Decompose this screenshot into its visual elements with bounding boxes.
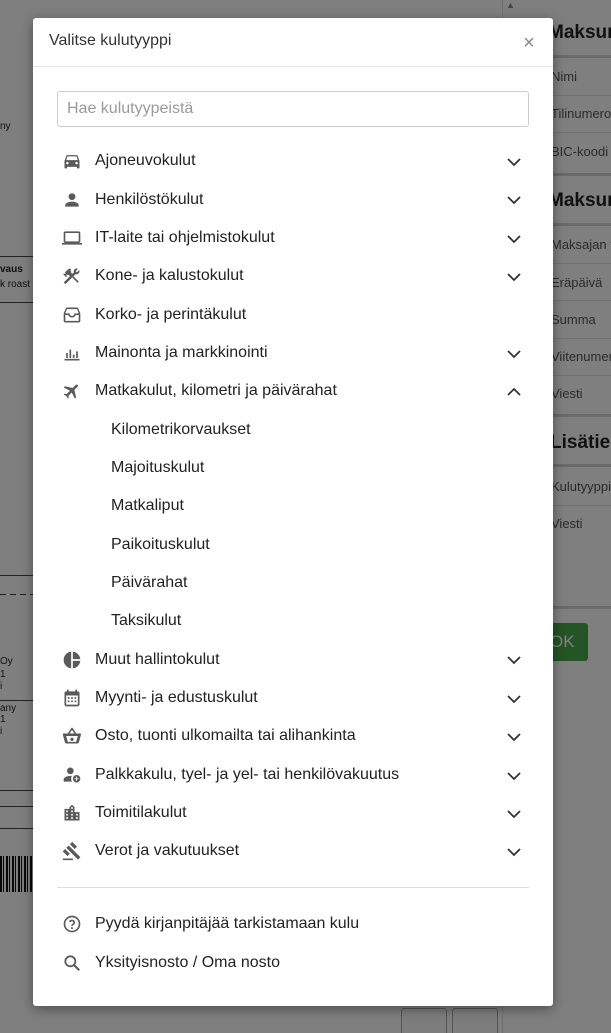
category-label: Myynti- ja edustuskulut [95,688,258,706]
subcategory-item-paivarahat[interactable]: Päivärahat [57,564,529,602]
subcategory-item-paikoituskulut[interactable]: Paikoituskulut [57,525,529,563]
chevron-down-icon[interactable] [505,805,523,823]
private-withdrawal-item[interactable]: Yksityisnosto / Oma nosto [57,943,529,982]
search-icon [61,952,83,974]
airplane-icon [61,380,83,402]
category-item-it-laite[interactable]: IT-laite tai ohjelmistokulut [57,219,529,257]
footer-divider [57,887,529,888]
help-circle-icon [61,913,83,935]
chevron-down-icon[interactable] [505,191,523,209]
category-item-matkakulut[interactable]: Matkakulut, kilometri ja päivärahat [57,372,529,410]
category-label: Korko- ja perintäkulut [95,305,247,323]
footer-item-label: Yksityisnosto / Oma nosto [95,953,280,971]
category-label: IT-laite tai ohjelmistokulut [95,228,275,246]
dialog-header: Valitse kulutyyppi × [33,18,553,67]
dialog-title: Valitse kulutyyppi [49,32,172,49]
category-label: Muut hallintokulut [95,650,220,668]
person-add-icon [61,764,83,786]
footer-actions: Pyydä kirjanpitäjää tarkistamaan kulu Yk… [57,904,529,982]
subcategory-item-taksikulut[interactable]: Taksikulut [57,602,529,640]
tools-icon [61,265,83,287]
pie-chart-icon [61,649,83,671]
basket-icon [61,725,83,747]
close-button[interactable]: × [519,33,539,53]
subcategory-item-matkaliput[interactable]: Matkaliput [57,487,529,525]
car-icon [61,150,83,172]
category-item-ajoneuvokulut[interactable]: Ajoneuvokulut [57,142,529,180]
bar-chart-icon [61,342,83,364]
category-item-toimitilakulut[interactable]: Toimitilakulut [57,794,529,832]
category-label: Palkkakulu, tyel- ja yel- tai henkilövak… [95,765,400,783]
category-item-korko-ja-perinta[interactable]: Korko- ja perintäkulut [57,295,529,333]
chevron-down-icon[interactable] [505,268,523,286]
chevron-down-icon[interactable] [505,767,523,785]
expense-type-dialog: Valitse kulutyyppi × Ajoneuvokulut Henki… [33,18,553,1006]
category-label: Toimitilakulut [95,804,187,822]
chevron-down-icon[interactable] [505,843,523,861]
expense-type-search-input[interactable] [57,91,529,127]
chevron-down-icon[interactable] [505,345,523,363]
calendar-icon [61,687,83,709]
category-label: Kone- ja kalustokulut [95,267,244,285]
gavel-icon [61,840,83,862]
request-accountant-review-item[interactable]: Pyydä kirjanpitäjää tarkistamaan kulu [57,904,529,943]
building-icon [61,802,83,824]
category-item-henkilostokulut[interactable]: Henkilöstökulut [57,180,529,218]
category-label: Mainonta ja markkinointi [95,343,268,361]
category-item-myynti-ja-edustus[interactable]: Myynti- ja edustuskulut [57,679,529,717]
category-label: Osto, tuonti ulkomailta tai alihankinta [95,727,356,745]
category-item-kone-ja-kalusto[interactable]: Kone- ja kalustokulut [57,257,529,295]
category-item-mainonta[interactable]: Mainonta ja markkinointi [57,334,529,372]
chevron-down-icon[interactable] [505,728,523,746]
footer-item-label: Pyydä kirjanpitäjää tarkistamaan kulu [95,914,360,932]
chevron-down-icon[interactable] [505,230,523,248]
category-item-verot-ja-vakuutukset[interactable]: Verot ja vakutuukset [57,832,529,870]
category-item-muut-hallintokulut[interactable]: Muut hallintokulut [57,640,529,678]
category-label: Ajoneuvokulut [95,152,196,170]
category-label: Verot ja vakutuukset [95,842,240,860]
laptop-icon [61,227,83,249]
category-list: Ajoneuvokulut Henkilöstökulut IT-laite t… [57,142,529,871]
chevron-down-icon[interactable] [505,153,523,171]
chevron-down-icon[interactable] [505,690,523,708]
chevron-up-icon[interactable] [505,383,523,401]
category-item-palkkakulu[interactable]: Palkkakulu, tyel- ja yel- tai henkilövak… [57,756,529,794]
chevron-down-icon[interactable] [505,651,523,669]
subcategory-item-majoituskulut[interactable]: Majoituskulut [57,449,529,487]
subcategory-item-kilometrikorvaukset[interactable]: Kilometrikorvaukset [57,410,529,448]
category-item-osto-tuonti[interactable]: Osto, tuonti ulkomailta tai alihankinta [57,717,529,755]
category-label: Matkakulut, kilometri ja päivärahat [95,382,337,400]
inbox-icon [61,304,83,326]
person-icon [61,189,83,211]
category-label: Henkilöstökulut [95,190,204,208]
